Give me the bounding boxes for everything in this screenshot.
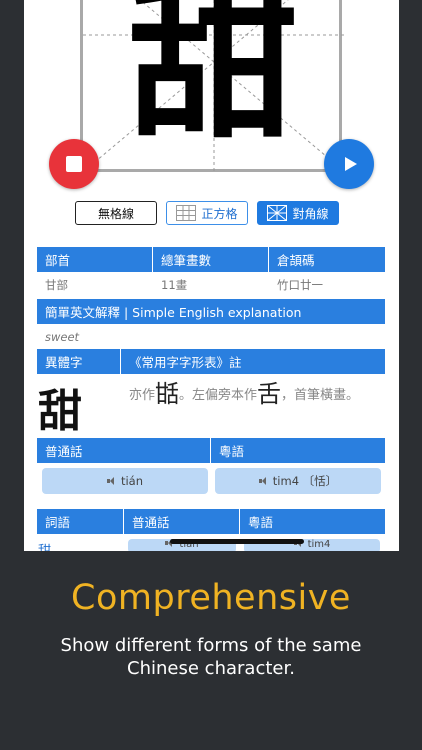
cantonese-audio-button[interactable]: tim4 〔恬〕 [215,468,381,494]
square-grid-icon [176,205,197,221]
stroke-count-value: 11畫 [161,278,188,292]
mandarin-audio-button[interactable]: tián [42,468,208,494]
app-screen: 甜 無格線 正方格 對角線 部首 總筆畫數 倉頡碼 甘部 11畫 竹口廿一 簡單… [24,0,399,551]
info-value-row: 甘部 11畫 竹口廿一 [37,274,385,296]
promo-subtitle: Show different forms of the same Chinese… [60,635,362,679]
words-cantonese-header: 粵語 [248,515,274,530]
standard-form-header: 《常用字字形表》註 [129,355,242,370]
english-header-bar: 簡單英文解釋 | Simple English explanation [37,299,385,324]
diagonal-grid-button[interactable]: 對角線 [257,201,339,225]
large-character: 甜 [127,0,298,162]
stroke-count-header: 總筆畫數 [153,247,269,272]
english-meaning-row: sweet [37,327,385,347]
pronunciation-header-bar: 普通話 粵語 [37,438,385,463]
cantonese-header: 粵語 [219,444,245,459]
info-header-bar: 部首 總筆畫數 倉頡碼 [37,247,385,272]
grid-mode-selector: 無格線 正方格 對角線 [24,201,399,227]
variant-header-bar: 異體字 《常用字字形表》註 [37,349,385,374]
english-header: 簡單英文解釋 | Simple English explanation [45,305,302,320]
radical-header: 部首 [37,247,153,272]
speaker-icon [258,477,269,485]
cangjie-value: 竹口廿一 [277,278,323,292]
words-mandarin-header: 普通話 [124,509,240,534]
word-link[interactable]: 甜 [38,540,51,551]
mandarin-header: 普通話 [37,438,211,463]
variant-note: 亦作甛。左偏旁本作舌，首筆橫畫。 [129,380,360,408]
words-header: 詞語 [37,509,124,534]
english-meaning: sweet [45,330,80,344]
variant-sample-character: 甜 [38,386,82,437]
square-grid-button[interactable]: 正方格 [166,201,248,225]
words-header-bar: 詞語 普通話 粵語 [37,509,385,534]
diagonal-grid-icon [267,205,288,221]
radical-value: 甘部 [45,278,68,292]
variant-header: 異體字 [37,349,121,374]
speaker-icon [106,477,117,485]
no-grid-button[interactable]: 無格線 [75,201,157,225]
play-icon [345,157,357,171]
stop-icon [66,156,82,172]
stop-button[interactable] [49,139,99,189]
play-button[interactable] [324,139,374,189]
promo-title: Comprehensive [71,578,351,618]
home-indicator[interactable] [170,539,304,544]
cangjie-header: 倉頡碼 [277,253,315,268]
